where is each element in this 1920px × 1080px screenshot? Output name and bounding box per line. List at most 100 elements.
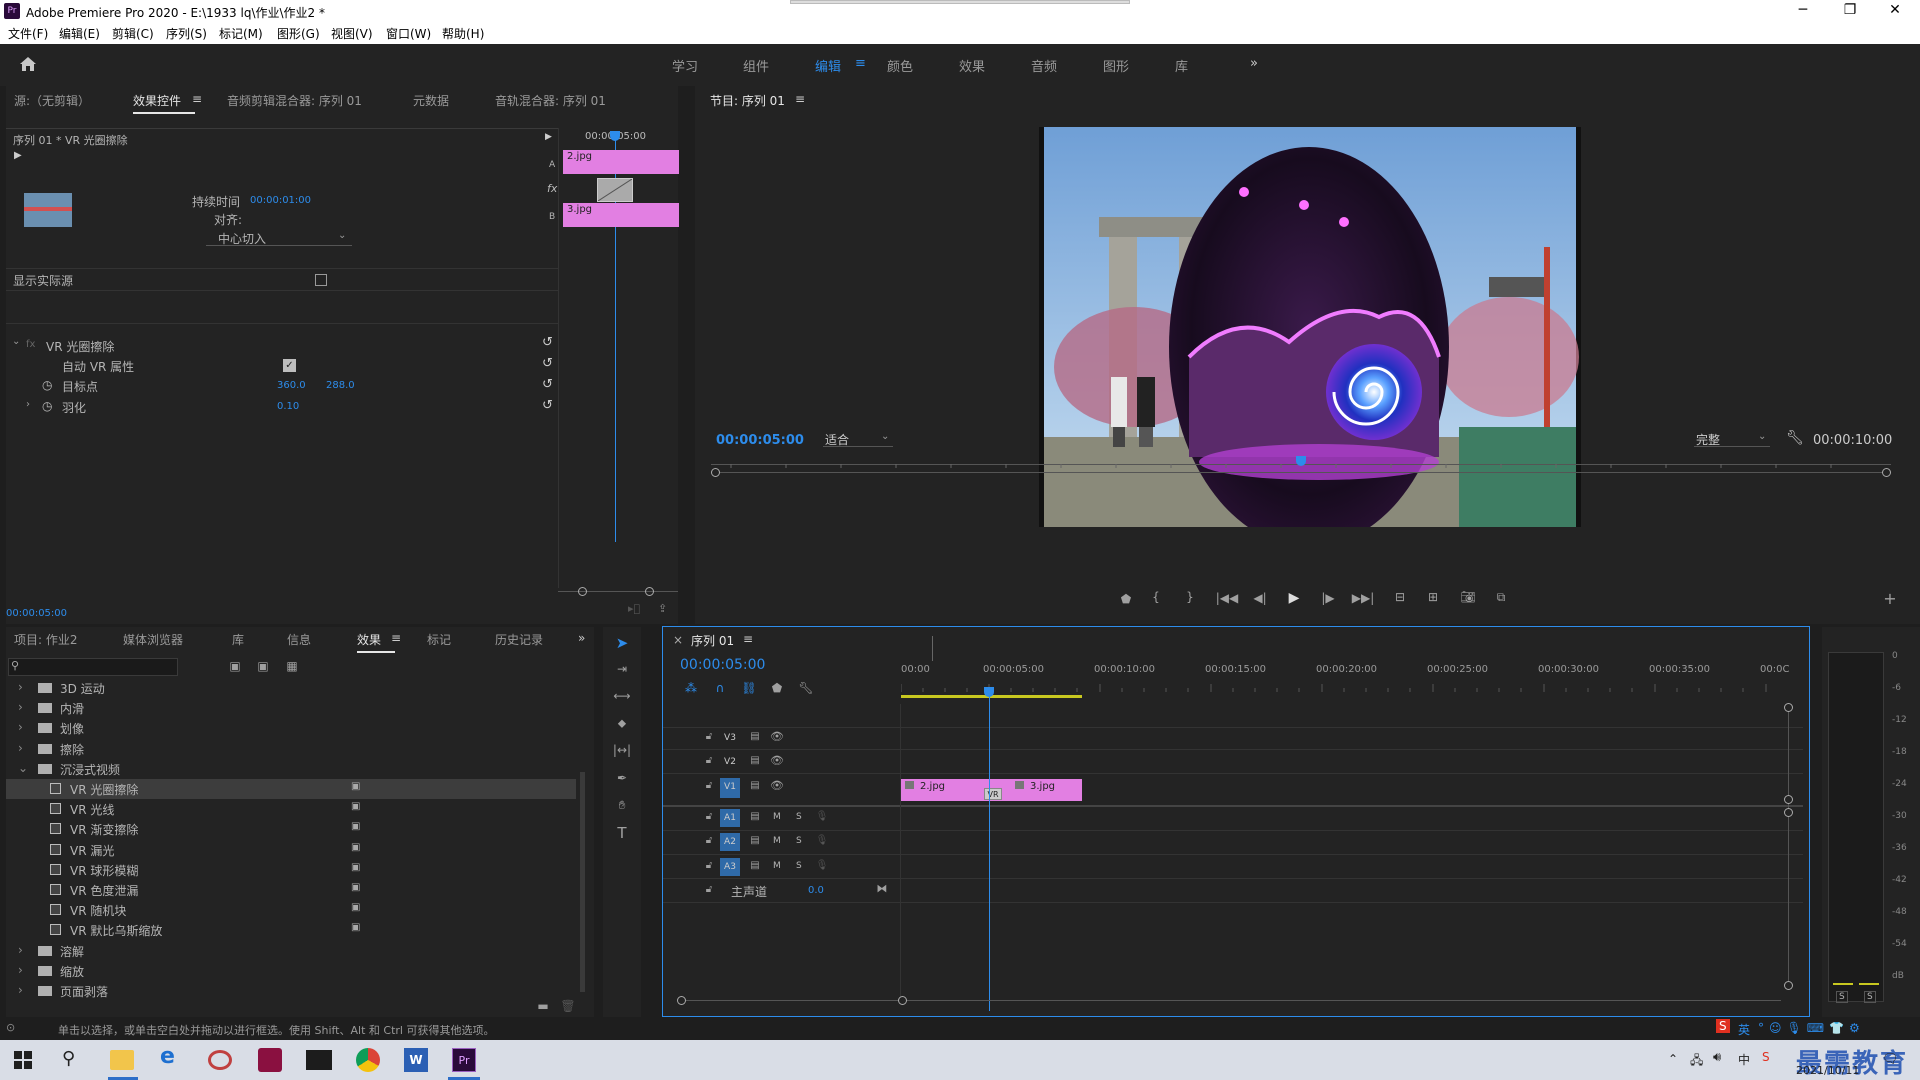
tray-chevron-icon[interactable]: ⌃ (1668, 1052, 1678, 1066)
transition-vr-block[interactable]: VR (984, 788, 1002, 800)
menu-clip[interactable]: 剪辑(C) (112, 25, 154, 42)
notification-icon[interactable]: 🗨︎ (1882, 1052, 1899, 1067)
tab-info[interactable]: 信息 (287, 631, 311, 648)
effect-item[interactable]: VR 色度泄漏 ▣ (6, 880, 576, 900)
workspace-graphics[interactable]: 图形 (1103, 56, 1129, 75)
mark-in-icon[interactable]: { (1146, 590, 1166, 604)
film-icon[interactable]: ▤ (747, 755, 763, 766)
mini-playhead-handle[interactable] (610, 131, 620, 141)
edge-browser-icon[interactable]: e (160, 1044, 175, 1069)
effect-folder[interactable]: › 擦除 (6, 739, 576, 759)
stopwatch-icon[interactable]: ◷ (42, 399, 52, 413)
program-menu-icon[interactable]: ≡ (795, 92, 805, 106)
film-icon[interactable]: ▤ (747, 731, 763, 742)
premiere-taskbar-icon[interactable]: Pr (452, 1048, 476, 1072)
workspace-menu-icon[interactable]: ≡ (855, 56, 866, 71)
effects-scrollbar[interactable] (580, 772, 585, 992)
vscroll-handle[interactable] (1784, 795, 1793, 804)
status-chat-icon[interactable]: ⊙ (6, 1021, 15, 1034)
meter-solo-left[interactable]: S (1836, 991, 1848, 1003)
tab-audio-clip-mixer[interactable]: 音频剪辑混合器: 序列 01 (227, 92, 362, 109)
app-icon[interactable] (258, 1048, 282, 1072)
meter-solo-right[interactable]: S (1864, 991, 1876, 1003)
linked-selection-icon[interactable]: ⛓︎ (739, 681, 759, 695)
target-y-value[interactable]: 288.0 (326, 380, 355, 391)
add-button-icon[interactable]: + (1880, 589, 1900, 608)
reset-icon[interactable]: ↺ (542, 335, 553, 350)
program-current-timecode[interactable]: 00:00:05:00 (716, 433, 804, 448)
master-volume-value[interactable]: 0.0 (808, 885, 824, 896)
accelerated-effects-icon[interactable]: ▣ (226, 659, 244, 673)
step-forward-icon[interactable]: |▶ (1318, 591, 1338, 605)
solo-button[interactable]: S (796, 861, 802, 871)
tab-source[interactable]: 源:（无剪辑） (14, 92, 90, 109)
menu-marker[interactable]: 标记(M) (219, 25, 263, 42)
sync-lock-icon[interactable]: ▤ (747, 811, 763, 822)
home-icon[interactable] (18, 54, 38, 74)
show-source-checkbox[interactable] (315, 274, 327, 286)
target-x-value[interactable]: 360.0 (277, 380, 306, 391)
expand-chevron-icon[interactable]: › (26, 399, 30, 410)
slip-tool-icon[interactable]: |↔| (611, 743, 633, 757)
reset-icon[interactable]: ↺ (542, 356, 553, 371)
word-icon[interactable]: W (404, 1048, 428, 1072)
network-icon[interactable]: 🖧︎ (1690, 1051, 1703, 1072)
play-icon[interactable]: ▶ (1284, 590, 1304, 606)
track-a3-label[interactable]: A3 (720, 858, 740, 876)
vscroll-handle[interactable] (1784, 981, 1793, 990)
effect-folder[interactable]: › 缩放 (6, 961, 576, 981)
sogou-ime-icon[interactable]: S (1716, 1019, 1730, 1033)
new-bin-icon[interactable]: ▬ (534, 999, 552, 1013)
eye-icon[interactable]: 👁︎ (769, 779, 785, 792)
32bit-effects-icon[interactable]: ▣ (254, 659, 272, 673)
mini-clip-a[interactable]: 2.jpg (563, 150, 679, 174)
track-v3-label[interactable]: V3 (720, 729, 740, 747)
zoom-handle-right[interactable] (1882, 468, 1891, 477)
track-a2-label[interactable]: A2 (720, 833, 740, 851)
lift-icon[interactable]: ⊟ (1389, 590, 1411, 604)
workspace-color[interactable]: 颜色 (887, 56, 913, 75)
add-marker-icon[interactable]: ⬟ (1116, 592, 1136, 606)
effect-controls-timecode[interactable]: 00:00:05:00 (6, 608, 67, 619)
effects-search-input[interactable]: ⚲ (8, 658, 178, 676)
timeline-timecode[interactable]: 00:00:05:00 (680, 657, 765, 673)
step-back-icon[interactable]: ◀| (1250, 591, 1270, 605)
tab-media-browser[interactable]: 媒体浏览器 (123, 631, 183, 648)
tab-effects[interactable]: 效果 (357, 631, 396, 653)
menu-file[interactable]: 文件(F) (8, 25, 48, 42)
tab-audio-track-mixer[interactable]: 音轨混合器: 序列 01 (495, 92, 606, 109)
tab-metadata[interactable]: 元数据 (413, 92, 449, 109)
microphone-icon[interactable]: 🎙︎ (815, 835, 829, 846)
minimize-button[interactable]: ─ (1788, 2, 1818, 18)
vscroll-handle[interactable] (1784, 808, 1793, 817)
effect-folder[interactable]: › 内滑 (6, 698, 576, 718)
scroll-handle-left[interactable] (578, 587, 587, 596)
timeline-playhead-handle[interactable] (984, 687, 994, 697)
effect-folder[interactable]: › 页面剥落 (6, 981, 576, 1001)
effect-folder[interactable]: ⌄ 沉浸式视频 (6, 759, 576, 779)
snap-icon[interactable]: ∩ (710, 681, 730, 695)
stopwatch-icon[interactable]: ◷ (42, 378, 52, 392)
effect-folder[interactable]: › 3D 运动 (6, 678, 576, 698)
go-to-out-icon[interactable]: ▶▶| (1351, 591, 1375, 605)
timeline-ruler[interactable]: 00:00 00:00:05:00 00:00:10:00 00:00:15:0… (901, 660, 1801, 696)
effect-item[interactable]: VR 漏光 ▣ (6, 840, 576, 860)
timeline-menu-icon[interactable]: ≡ (743, 632, 753, 646)
effect-item[interactable]: VR 球形模糊 ▣ (6, 860, 576, 880)
volume-icon[interactable]: 🔊︎ (1713, 1050, 1721, 1065)
duration-value[interactable]: 00:00:01:00 (250, 195, 311, 206)
zoom-handle-left[interactable] (711, 468, 720, 477)
effect-item[interactable]: VR 光圈擦除 ▣ (6, 779, 576, 799)
mini-clip-b[interactable]: 3.jpg (563, 203, 679, 227)
track-v2-label[interactable]: V2 (720, 753, 740, 771)
export-icon[interactable]: ⇪ (658, 602, 667, 615)
sync-lock-icon[interactable]: ▤ (747, 835, 763, 846)
taskbar-search-icon[interactable]: ⚲ (62, 1048, 75, 1069)
export-frame-icon[interactable]: 📷︎ (1457, 590, 1479, 604)
yuv-effects-icon[interactable]: ▦ (283, 659, 301, 673)
pen-tool-icon[interactable]: ✒︎ (611, 771, 633, 785)
timeline-settings-icon[interactable]: 🔧︎ (796, 681, 816, 695)
effect-item[interactable]: VR 随机块 ▣ (6, 900, 576, 920)
solo-button[interactable]: S (796, 812, 802, 822)
nest-icon[interactable]: ⁂ (681, 681, 701, 695)
